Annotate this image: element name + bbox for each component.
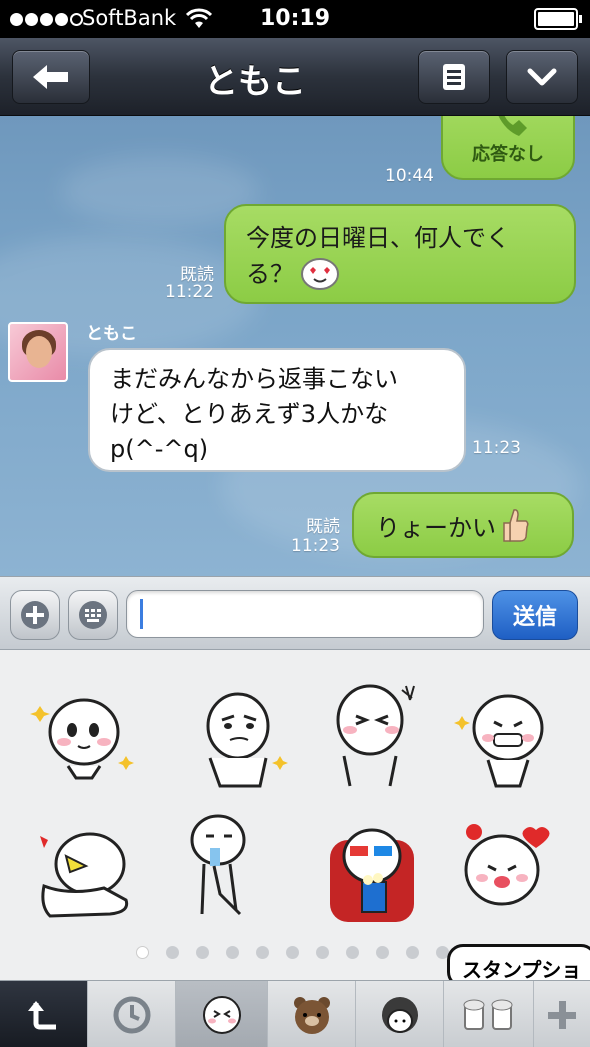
- undo-icon: [27, 1000, 56, 1029]
- tab-girl-stickers[interactable]: [356, 981, 444, 1047]
- page-title: ともこ: [204, 62, 306, 102]
- undo-button[interactable]: [0, 981, 88, 1047]
- phone-icon: [498, 116, 527, 136]
- chat-area[interactable]: 応答なし 10:44 既読 11:22 今度の日曜日、何人でく る？ ともこ ま…: [0, 116, 590, 576]
- outgoing-message-bubble[interactable]: 今度の日曜日、何人でく る？: [224, 204, 576, 304]
- add-attachment-button[interactable]: [10, 590, 60, 640]
- sender-name: ともこ: [86, 324, 137, 344]
- message-time: 10:44: [385, 166, 434, 186]
- message-text-line: る？: [246, 256, 554, 292]
- back-button[interactable]: [12, 50, 90, 104]
- menu-button[interactable]: [418, 50, 490, 104]
- sticker-tab-bar: [0, 980, 590, 1047]
- outgoing-message-bubble[interactable]: りょーかい: [352, 492, 574, 558]
- message-time: 11:22: [165, 282, 214, 302]
- chevron-down-icon: [527, 68, 557, 86]
- message-time: 11:23: [291, 536, 340, 556]
- status-time: 10:19: [259, 6, 331, 31]
- heart-eyes-emoji-icon: [301, 258, 339, 290]
- message-input[interactable]: [126, 590, 484, 638]
- send-button[interactable]: 送信: [492, 590, 578, 640]
- message-text-line: まだみんなから返事こない: [110, 365, 398, 393]
- beer-sticker-icon: [463, 999, 512, 1030]
- message-text-line: 今度の日曜日、何人でく: [246, 224, 510, 252]
- call-status-label: 応答なし: [472, 144, 544, 165]
- text-caret: [140, 599, 143, 629]
- moon-sticker-icon: [202, 995, 241, 1034]
- tab-add-stickers[interactable]: [534, 981, 590, 1047]
- girl-sticker-icon: [381, 996, 418, 1033]
- incoming-message-bubble[interactable]: まだみんなから返事こない けど、とりあえず3人かな p(^-^q): [88, 348, 466, 472]
- keyboard-icon: [79, 601, 107, 629]
- keyboard-toggle-button[interactable]: [68, 590, 118, 640]
- menu-icon: [443, 64, 465, 90]
- back-arrow-icon: [33, 65, 68, 89]
- sticker-moon-sparkle[interactable]: [30, 686, 138, 794]
- message-time: 11:23: [472, 438, 521, 458]
- read-receipt: 既読: [306, 517, 340, 537]
- sticker-moon-angry[interactable]: [30, 826, 138, 934]
- avatar[interactable]: [8, 322, 68, 382]
- chat-header: ともこ: [0, 38, 590, 116]
- sticker-moon-tired[interactable]: [180, 814, 288, 922]
- sticker-moon-squint[interactable]: [322, 680, 430, 788]
- message-text-line: p(^-^q): [110, 435, 209, 463]
- sticker-moon-grin[interactable]: [454, 686, 562, 794]
- tab-beer-stickers[interactable]: [444, 981, 534, 1047]
- sticker-moon-love[interactable]: [454, 820, 562, 928]
- tab-brown-stickers[interactable]: [268, 981, 356, 1047]
- message-input-bar: 送信: [0, 576, 590, 650]
- thumbs-up-emoji-icon: [503, 509, 529, 542]
- dropdown-button[interactable]: [506, 50, 578, 104]
- history-clock-icon: [113, 996, 150, 1033]
- tab-moon-stickers[interactable]: [176, 981, 268, 1047]
- plus-icon: [21, 601, 49, 629]
- sticker-moon-smug[interactable]: [190, 686, 298, 794]
- add-icon: [548, 1000, 576, 1029]
- sticker-panel: スタンプショ: [0, 650, 590, 988]
- brown-bear-icon: [293, 996, 330, 1034]
- call-message-bubble[interactable]: 応答なし: [441, 116, 575, 180]
- battery-icon: [534, 8, 582, 30]
- tab-history[interactable]: [88, 981, 176, 1047]
- message-text: りょーかい: [376, 513, 496, 542]
- status-bar: SoftBank 10:19: [0, 0, 590, 38]
- message-text-line: けど、とりあえず3人かな: [110, 400, 389, 428]
- sticker-moon-3d-glasses[interactable]: [322, 820, 430, 928]
